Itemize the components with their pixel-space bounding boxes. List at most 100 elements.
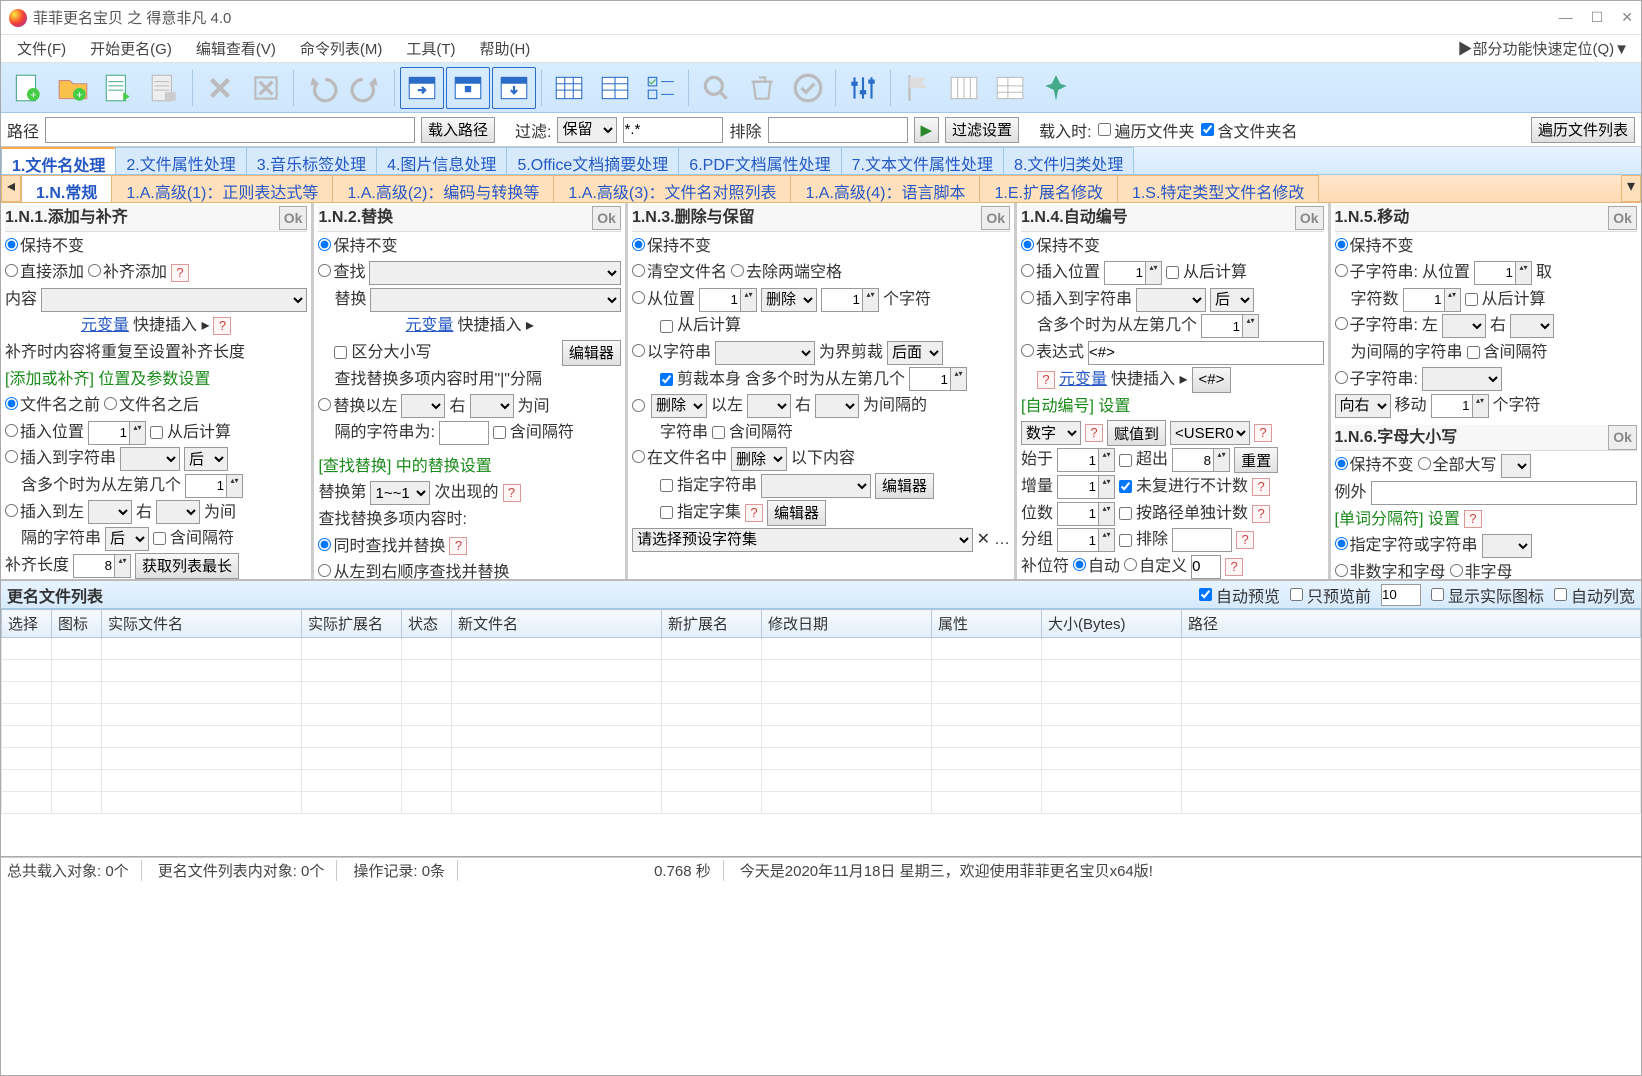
p3-specset[interactable]: 指定字集 xyxy=(660,500,741,526)
p2-ltr[interactable]: 从左到右顺序查找并替换 xyxy=(318,560,509,579)
p3-left-sel[interactable] xyxy=(747,394,791,418)
tab-classify[interactable]: 8.文件归类处理 xyxy=(1003,147,1134,174)
subtab-normal[interactable]: 1.N.常规 xyxy=(21,175,112,202)
p3-bystr[interactable]: 以字符串 xyxy=(632,340,711,366)
p5-dir-sel[interactable]: 向右 xyxy=(1335,394,1391,418)
menu-tools[interactable]: 工具(T) xyxy=(394,35,467,62)
subtab-prev[interactable]: ◂ xyxy=(1,175,21,202)
p4-expr[interactable]: 表达式 xyxy=(1021,340,1084,366)
p1-right-sel[interactable] xyxy=(156,500,200,524)
p5-pos-spin[interactable]: ▴▾ xyxy=(1474,261,1532,285)
table-row[interactable] xyxy=(2,682,1641,704)
p2-editor[interactable]: 编辑器 xyxy=(562,340,621,366)
p1-before[interactable]: 文件名之前 xyxy=(5,393,100,419)
p1-fromend[interactable]: 从后计算 xyxy=(150,420,231,446)
p5-move-spin[interactable]: ▴▾ xyxy=(1431,394,1489,418)
p1-insstr-sel[interactable] xyxy=(120,447,180,471)
p3-delop-sel[interactable]: 删除 xyxy=(651,394,707,418)
new-file-icon[interactable]: + xyxy=(5,67,49,109)
table-row[interactable] xyxy=(2,660,1641,682)
p2-case[interactable]: 区分大小写 xyxy=(334,340,431,366)
p4-digits-spin[interactable]: ▴▾ xyxy=(1057,502,1115,526)
p5-incsep[interactable]: 含间隔符 xyxy=(1467,340,1548,366)
include-folder-checkbox[interactable]: 含文件夹名 xyxy=(1201,118,1298,142)
p3-frompos[interactable]: 从位置 xyxy=(632,287,695,313)
p3-pos-spin[interactable]: ▴▾ xyxy=(699,288,757,312)
menu-cmdlist[interactable]: 命令列表(M) xyxy=(288,35,395,62)
meta-link[interactable]: 元变量 xyxy=(1059,367,1107,393)
p4-start-spin[interactable]: ▴▾ xyxy=(1057,448,1115,472)
panel1-ok[interactable]: Ok xyxy=(279,206,308,230)
columns-icon[interactable] xyxy=(942,67,986,109)
p1-incsep[interactable]: 含间隔符 xyxy=(153,526,234,552)
p1-getmax[interactable]: 获取列表最长 xyxy=(135,553,239,579)
col-attr[interactable]: 属性 xyxy=(932,610,1042,638)
p4-inspos[interactable]: 插入位置 xyxy=(1021,260,1100,286)
tab-filename[interactable]: 1.文件名处理 xyxy=(1,147,116,174)
grid2-icon[interactable] xyxy=(593,67,637,109)
panel-right-icon[interactable] xyxy=(400,67,444,109)
p4-reset[interactable]: 重置 xyxy=(1234,447,1278,473)
save-list-icon[interactable] xyxy=(143,67,187,109)
menu-help[interactable]: 帮助(H) xyxy=(467,35,542,62)
minimize-icon[interactable]: — xyxy=(1559,9,1573,26)
p4-expr-input[interactable] xyxy=(1088,341,1323,365)
p3-trim[interactable]: 去除两端空格 xyxy=(731,260,842,286)
p1-padlen-spin[interactable]: ▴▾ xyxy=(73,554,131,578)
quick-locate[interactable]: ▶部分功能快速定位(Q)▼ xyxy=(1449,38,1637,59)
file-grid[interactable]: 选择 图标 实际文件名 实际扩展名 状态 新文件名 新扩展名 修改日期 属性 大… xyxy=(1,609,1641,857)
help-icon[interactable]: ? xyxy=(449,537,467,555)
menu-edit[interactable]: 编辑查看(V) xyxy=(184,35,288,62)
p4-norepeat[interactable]: 未复进行不计数 xyxy=(1119,474,1248,500)
panel2-ok[interactable]: Ok xyxy=(592,206,621,230)
p1-insleft[interactable]: 插入到左 xyxy=(5,500,84,526)
help-icon[interactable]: ? xyxy=(1037,371,1055,389)
panel-down-icon[interactable] xyxy=(492,67,536,109)
p6-except-input[interactable] xyxy=(1371,481,1637,505)
clear-icon[interactable] xyxy=(244,67,288,109)
col-newext[interactable]: 新扩展名 xyxy=(662,610,762,638)
p2-left-sel[interactable] xyxy=(401,394,445,418)
p6-upper[interactable]: 全部大写 xyxy=(1418,453,1497,479)
subtab-adv3[interactable]: 1.A.高级(3)：文件名对照列表 xyxy=(553,175,791,202)
p6-spec-sel[interactable] xyxy=(1482,534,1532,558)
subtab-ext[interactable]: 1.E.扩展名修改 xyxy=(979,175,1117,202)
panel3-ok[interactable]: Ok xyxy=(981,206,1010,230)
p3-right-sel[interactable] xyxy=(815,394,859,418)
p3-clear[interactable]: 清空文件名 xyxy=(632,260,727,286)
p3-del-sel[interactable]: 删除 xyxy=(761,288,817,312)
col-status[interactable]: 状态 xyxy=(402,610,452,638)
p5-cnt-spin[interactable]: ▴▾ xyxy=(1403,288,1461,312)
help-icon[interactable]: ? xyxy=(213,317,231,335)
flag-icon[interactable] xyxy=(896,67,940,109)
tab-pdf[interactable]: 6.PDF文档属性处理 xyxy=(678,147,841,174)
p5-sub3[interactable]: 子字符串: xyxy=(1335,367,1418,393)
meta-link[interactable]: 元变量 xyxy=(81,313,129,339)
close-icon[interactable]: ✕ xyxy=(1621,9,1633,26)
p3-incsep[interactable]: 含间隔符 xyxy=(712,420,793,446)
menu-file[interactable]: 文件(F) xyxy=(5,35,78,62)
path-input[interactable] xyxy=(45,117,415,143)
p4-group-spin[interactable]: ▴▾ xyxy=(1057,528,1115,552)
more-icon[interactable]: … xyxy=(994,527,1010,553)
p4-exclude[interactable]: 排除 xyxy=(1119,527,1168,553)
p5-sub1[interactable]: 子字符串: xyxy=(1335,260,1418,286)
p4-pos-spin[interactable]: ▴▾ xyxy=(1104,261,1162,285)
tab-office[interactable]: 5.Office文档摘要处理 xyxy=(506,147,679,174)
p3-inname[interactable]: 在文件名中 xyxy=(632,446,727,472)
p4-auto[interactable]: 自动 xyxy=(1073,554,1120,579)
only-n-input[interactable] xyxy=(1381,584,1421,606)
p4-custom[interactable]: 自定义 xyxy=(1124,554,1187,579)
p3-delbetween[interactable] xyxy=(632,399,645,412)
p3-specstr-sel[interactable] xyxy=(761,474,871,498)
p3-fromend[interactable]: 从后计算 xyxy=(660,313,741,339)
grid1-icon[interactable] xyxy=(547,67,591,109)
apply-filter-button[interactable]: ▶ xyxy=(914,117,940,143)
p3-editor2[interactable]: 编辑器 xyxy=(767,500,826,526)
filter-settings-button[interactable]: 过滤设置 xyxy=(945,117,1019,143)
p5-left-sel[interactable] xyxy=(1442,314,1486,338)
p1-after[interactable]: 文件名之后 xyxy=(104,393,199,419)
help-icon[interactable]: ? xyxy=(1236,531,1254,549)
p5-sub3-sel[interactable] xyxy=(1422,367,1502,391)
real-icon[interactable]: 显示实际图标 xyxy=(1431,583,1544,607)
